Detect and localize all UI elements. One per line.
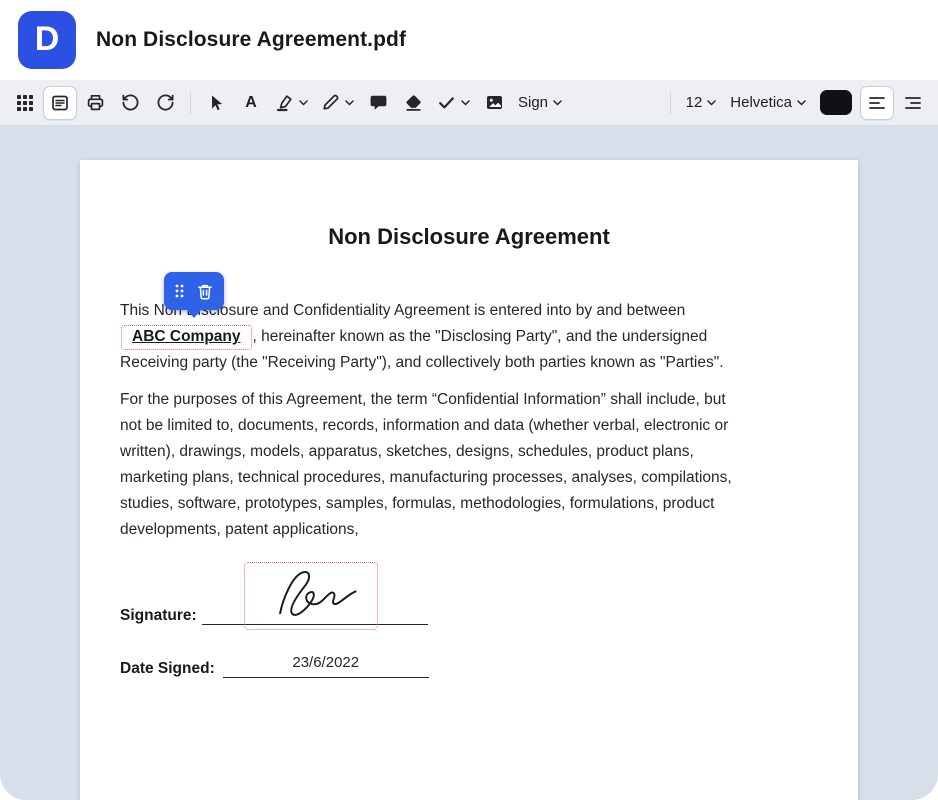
- page-panel-button[interactable]: [43, 86, 77, 120]
- sign-label: Sign: [518, 94, 548, 111]
- font-size-value: 12: [686, 94, 703, 111]
- field-drag-handle[interactable]: [173, 282, 186, 300]
- toolbar-divider: [670, 92, 671, 114]
- document-filename: Non Disclosure Agreement.pdf: [96, 28, 406, 52]
- toolbar-right-group: 12 Helvetica: [663, 86, 930, 120]
- check-tool-button[interactable]: [431, 86, 476, 120]
- date-signed-line: 23/6/2022: [223, 654, 429, 678]
- app-window: D Non Disclosure Agreement.pdf: [0, 0, 938, 800]
- chevron-down-icon: [707, 100, 716, 106]
- highlighter-icon: [275, 93, 294, 112]
- comment-icon: [369, 93, 388, 112]
- undo-button[interactable]: [113, 86, 147, 120]
- redo-icon: [156, 93, 175, 112]
- grid-icon: [17, 95, 33, 111]
- drag-handle-icon: [175, 284, 184, 298]
- delete-field-button[interactable]: [195, 281, 215, 302]
- print-button[interactable]: [78, 86, 112, 120]
- highlight-tool-button[interactable]: [269, 86, 314, 120]
- pen-icon: [321, 93, 340, 112]
- signature-line: [202, 605, 428, 625]
- toolbar: A: [0, 80, 938, 126]
- field-toolbar: [164, 272, 224, 310]
- text-color-swatch[interactable]: [820, 90, 852, 115]
- date-signed-label: Date Signed:: [120, 660, 215, 678]
- signature-row: Signature:: [120, 605, 818, 625]
- app-logo[interactable]: D: [18, 11, 76, 69]
- chevron-down-icon: [553, 100, 562, 106]
- undo-icon: [121, 93, 140, 112]
- align-right-button[interactable]: [896, 86, 930, 120]
- signature-image: [253, 566, 369, 626]
- cursor-icon: [207, 94, 225, 112]
- company-name-field[interactable]: ABC Company: [121, 325, 252, 350]
- image-icon: [485, 93, 504, 112]
- text-tool-icon: A: [245, 95, 257, 111]
- align-left-icon: [868, 94, 886, 112]
- align-right-icon: [904, 94, 922, 112]
- grid-view-button[interactable]: [8, 86, 42, 120]
- select-tool-button[interactable]: [199, 86, 233, 120]
- date-signed-row: Date Signed: 23/6/2022: [120, 654, 818, 678]
- erase-tool-button[interactable]: [396, 86, 430, 120]
- company-name-value: ABC Company: [132, 328, 241, 345]
- check-icon: [437, 93, 456, 112]
- page-panel-icon: [51, 94, 69, 112]
- signature-field[interactable]: [244, 562, 378, 630]
- font-family-select[interactable]: Helvetica: [724, 86, 812, 120]
- comment-tool-button[interactable]: [361, 86, 395, 120]
- chevron-down-icon: [797, 100, 806, 106]
- chevron-down-icon: [461, 100, 470, 106]
- chevron-down-icon: [299, 100, 308, 106]
- editor-canvas[interactable]: Non Disclosure Agreement: [0, 126, 938, 800]
- trash-icon: [197, 283, 213, 300]
- pdf-page: Non Disclosure Agreement: [80, 160, 858, 800]
- image-tool-button[interactable]: [477, 86, 511, 120]
- app-logo-letter: D: [35, 22, 60, 56]
- signature-label: Signature:: [120, 607, 197, 625]
- chevron-down-icon: [345, 100, 354, 106]
- font-size-select[interactable]: 12: [680, 86, 723, 120]
- font-family-value: Helvetica: [730, 94, 792, 111]
- field-toolbar-pointer: [186, 309, 202, 318]
- date-signed-field[interactable]: 23/6/2022: [292, 654, 359, 672]
- toolbar-divider: [190, 92, 191, 114]
- printer-icon: [86, 93, 105, 112]
- text-tool-button[interactable]: A: [234, 86, 268, 120]
- paragraph-2: For the purposes of this Agreement, the …: [120, 387, 740, 543]
- header: D Non Disclosure Agreement.pdf: [0, 0, 938, 80]
- redo-button[interactable]: [148, 86, 182, 120]
- sign-tool-button[interactable]: Sign: [512, 86, 568, 120]
- draw-tool-button[interactable]: [315, 86, 360, 120]
- eraser-icon: [404, 93, 423, 112]
- document-title: Non Disclosure Agreement: [120, 224, 818, 250]
- align-left-button[interactable]: [860, 86, 894, 120]
